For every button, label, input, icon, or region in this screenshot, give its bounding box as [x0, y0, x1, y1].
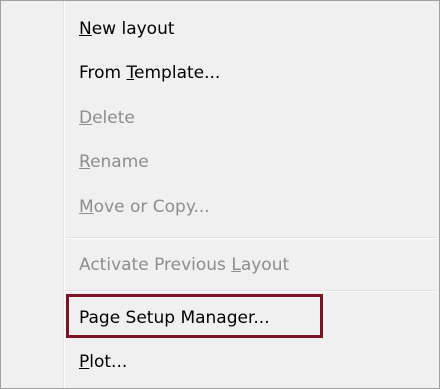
menu-separator-highlight: [65, 238, 437, 239]
menu-item-label: Rename: [79, 152, 149, 172]
menu-item-plot[interactable]: Plot...: [65, 343, 437, 381]
menu-item-from-template[interactable]: From Template...: [65, 54, 437, 92]
menu-item-rename[interactable]: Rename: [65, 143, 437, 181]
menu-item-move-or-copy[interactable]: Move or Copy...: [65, 188, 437, 226]
menu-item-label: From Template...: [79, 63, 221, 83]
page-setup-manager-highlight-box: [66, 294, 323, 338]
menu-item-delete[interactable]: Delete: [65, 99, 437, 137]
menu-item-label: New layout: [79, 19, 175, 39]
menu-item-new-layout[interactable]: New layout: [65, 10, 437, 48]
layout-context-menu: New layout From Template... Delete Renam…: [0, 0, 440, 389]
menu-item-label: Activate Previous Layout: [79, 255, 290, 275]
menu-separator-highlight: [65, 291, 437, 292]
menu-item-label: Move or Copy...: [79, 197, 210, 217]
menu-icon-gutter: [1, 1, 63, 388]
menu-item-label: Delete: [79, 108, 135, 128]
menu-item-label: Plot...: [79, 352, 128, 372]
menu-item-activate-previous-layout[interactable]: Activate Previous Layout: [65, 246, 437, 284]
